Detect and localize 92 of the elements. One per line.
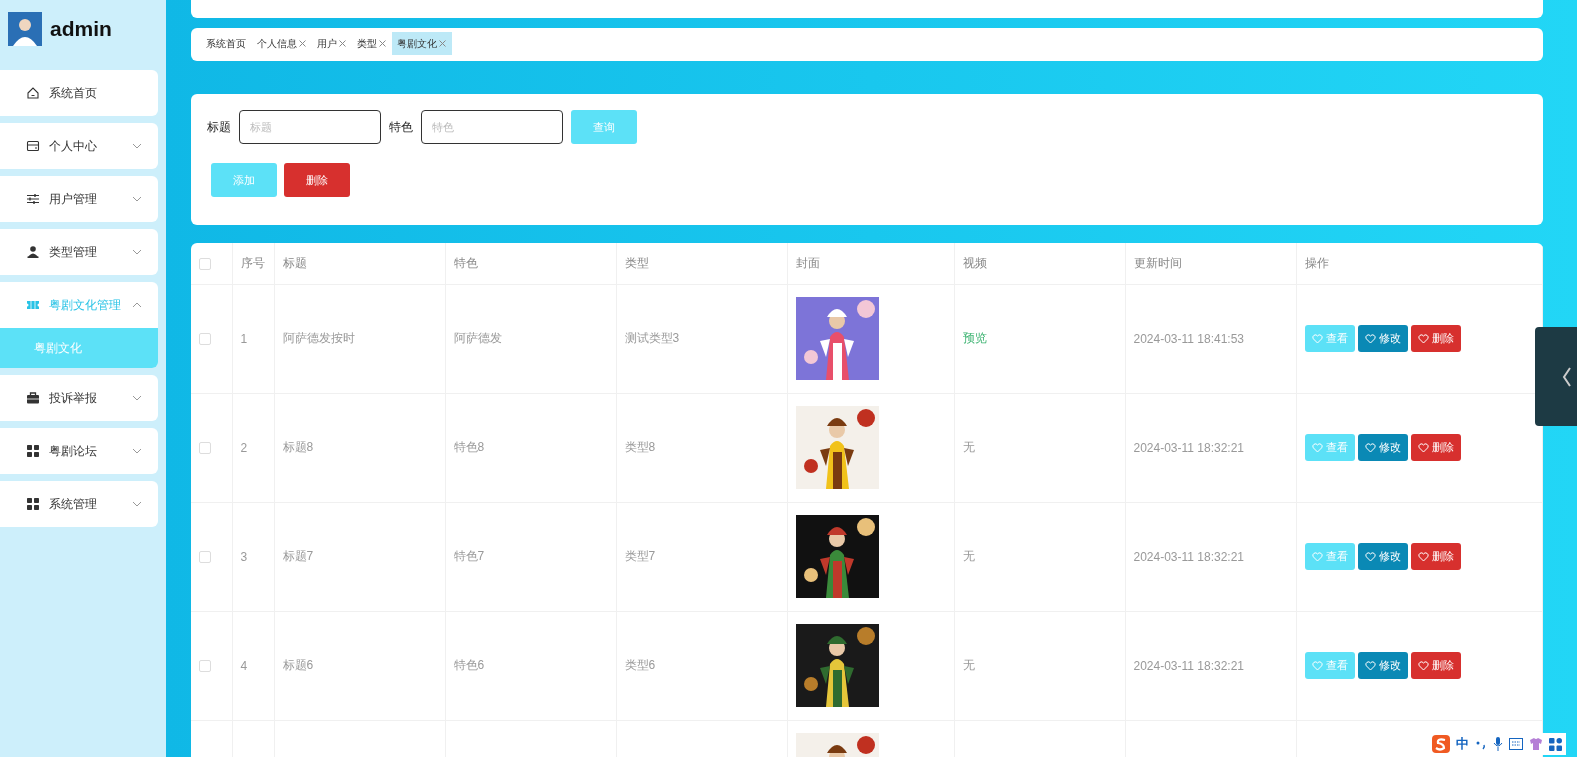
tab[interactable]: 用户 [312,32,352,55]
nav-item[interactable]: 个人中心 [0,123,158,169]
card-icon [26,139,40,153]
action-button[interactable]: 删除 [1410,434,1461,461]
nav-item[interactable]: 系统管理 [0,481,158,527]
keyboard-icon [1509,738,1523,750]
table-cell: 3 [240,549,248,564]
table-cell: 2024-03-11 18:41:53 [1133,331,1245,346]
heart-icon [1417,442,1429,453]
checkbox[interactable] [199,551,211,564]
chevron-left-icon [1562,366,1572,387]
grid-icon [26,497,40,511]
table-cell: 标题8 [282,440,314,454]
checkbox[interactable] [199,442,211,455]
column-header: 更新时间 [1133,255,1182,270]
shirt-icon [1529,737,1543,751]
table-cell: 4 [240,658,248,673]
tab[interactable]: 个人信息 [252,32,312,55]
action-button[interactable]: 删除 [1410,652,1461,679]
table-cell: 2024-03-11 18:32:21 [1133,440,1245,455]
preview-link[interactable]: 预览 [962,331,987,345]
person-icon [26,245,40,259]
input-field[interactable]: 特色 [421,110,563,144]
table-cell: 类型8 [624,440,656,454]
heart-icon [1311,333,1323,344]
avatar [8,12,42,46]
grid-icon [1549,737,1562,751]
checkbox[interactable] [199,660,211,673]
table-cell: 类型6 [624,658,656,672]
checkbox[interactable] [199,258,211,271]
action-button[interactable]: 删除 [1410,325,1461,352]
column-header: 操作 [1304,255,1329,270]
table-cell: 特色7 [453,549,485,563]
action-button[interactable]: 修改 [1357,543,1408,570]
heart-icon [1311,551,1323,562]
column-header: 封面 [795,255,820,270]
table-cell: 类型7 [624,549,656,563]
table-cell: 特色8 [453,440,485,454]
table-cell: 无 [962,658,975,672]
heart-icon [1417,333,1429,344]
table-cell: 1 [240,331,248,346]
table-cell: 无 [962,549,975,563]
input-mode[interactable]: 中 [1456,735,1469,753]
table-cell: 2024-03-11 18:32:21 [1133,658,1245,673]
action-button[interactable]: 修改 [1357,652,1408,679]
ticket-icon [26,298,40,312]
tab[interactable]: 系统首页 [201,32,252,55]
microphone-icon [1493,737,1503,751]
heart-icon [1364,442,1376,453]
table-cell: 无 [962,440,975,454]
table-cell: 阿萨德发按时 [282,331,355,345]
column-header: 特色 [453,255,478,270]
table-cell: 2 [240,440,248,455]
tab[interactable]: 粤剧文化 [392,32,452,55]
column-header: 序号 [240,255,265,270]
nav-item[interactable]: 类型管理 [0,229,158,275]
action-button[interactable]: 修改 [1357,434,1408,461]
nav-item[interactable]: 粤剧论坛 [0,428,158,474]
side-handle[interactable] [1535,327,1577,426]
input-field[interactable]: 标题 [239,110,381,144]
heart-icon [1364,660,1376,671]
table-cell: 标题6 [282,658,314,672]
delete-button[interactable]: 删除 [284,163,350,197]
heart-icon [1311,442,1323,453]
checkbox[interactable] [199,333,211,346]
heart-icon [1311,660,1323,671]
heart-icon [1364,551,1376,562]
action-button[interactable]: 删除 [1410,543,1461,570]
field-label: 特色 [389,118,413,136]
table-cell: 测试类型3 [624,331,680,345]
field-label: 标题 [207,118,231,136]
column-header: 标题 [282,255,307,270]
table-cell: 特色6 [453,658,485,672]
heart-icon [1417,551,1429,562]
action-button[interactable]: 修改 [1357,325,1408,352]
logo-icon [1432,735,1450,753]
nav-item[interactable]: 投诉举报 [0,375,158,421]
nav-item[interactable]: 用户管理 [0,176,158,222]
table-cell: 标题7 [282,549,314,563]
user-name: admin [50,17,112,41]
heart-icon [1417,660,1429,671]
column-header: 类型 [624,255,649,270]
table-cell: 阿萨德发 [453,331,502,345]
grid-icon [26,444,40,458]
sliders-icon [26,192,40,206]
home-icon [26,86,40,100]
tab[interactable]: 类型 [352,32,392,55]
nav-item[interactable]: 系统首页 [0,70,158,116]
heart-icon [1364,333,1376,344]
briefcase-icon [26,391,40,405]
table-cell: 2024-03-11 18:32:21 [1133,549,1245,564]
column-header: 视频 [962,255,987,270]
